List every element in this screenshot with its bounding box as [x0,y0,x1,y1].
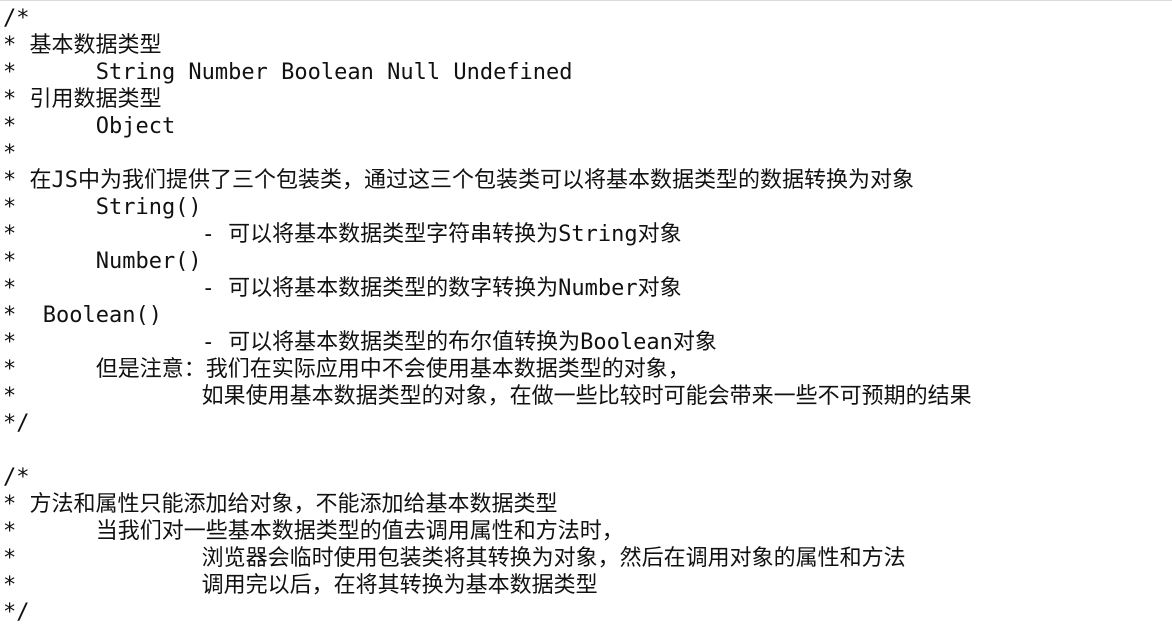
code-line: * [3,141,17,166]
code-line: * 如果使用基本数据类型的对象，在做一些比较时可能会带来一些不可预期的结果 [3,384,972,409]
code-line: * String() [3,195,202,220]
code-line: * 但是注意：我们在实际应用中不会使用基本数据类型的对象， [3,357,690,382]
code-line: * - 可以将基本数据类型的数字转换为Number对象 [3,276,682,301]
code-line: * - 可以将基本数据类型字符串转换为String对象 [3,222,682,247]
code-line: * Boolean() [3,303,162,328]
code-line: * String Number Boolean Null Undefined [3,60,573,85]
code-line: */ [3,411,30,436]
code-line: */ [3,600,30,625]
code-line: /* [3,465,30,490]
code-line: * Object [3,114,176,139]
code-line: * 当我们对一些基本数据类型的值去调用属性和方法时， [3,519,624,544]
code-line: * Number() [3,249,202,274]
code-line: * 浏览器会临时使用包装类将其转换为对象，然后在调用对象的属性和方法 [3,546,906,571]
code-line: * 引用数据类型 [3,87,162,112]
code-line: /* [3,6,30,31]
code-line: * 方法和属性只能添加给对象，不能添加给基本数据类型 [3,492,558,517]
code-line: * 在JS中为我们提供了三个包装类，通过这三个包装类可以将基本数据类型的数据转换… [3,168,914,193]
code-editor[interactable]: /* * 基本数据类型 * String Number Boolean Null… [0,0,1172,635]
code-line: * - 可以将基本数据类型的布尔值转换为Boolean对象 [3,330,717,355]
code-line: * 调用完以后，在将其转换为基本数据类型 [3,573,598,598]
code-line: * 基本数据类型 [3,33,162,58]
